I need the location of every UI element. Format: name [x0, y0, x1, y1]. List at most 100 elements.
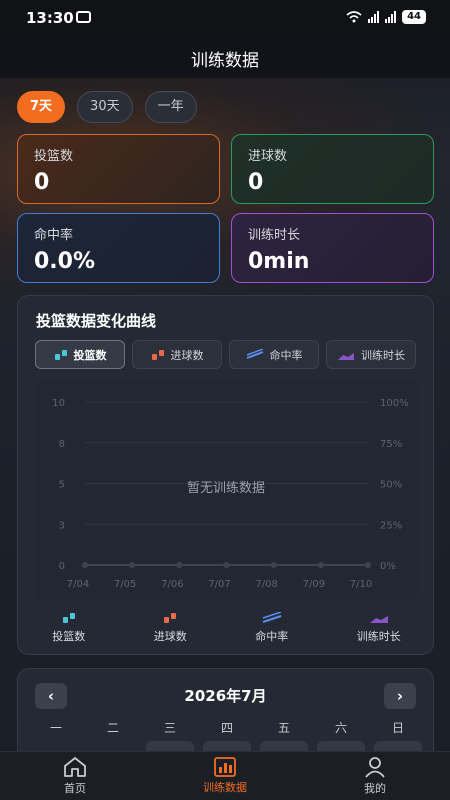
nav-home[interactable]: 首页 — [0, 752, 150, 800]
empty-state-text: 暂无训练数据 — [187, 481, 265, 496]
x-tick-label: 7/06 — [161, 579, 183, 590]
stat-label: 命中率 — [34, 228, 74, 243]
y-tick-label: 5 — [59, 480, 65, 491]
weekday-label: 三 — [163, 721, 176, 735]
x-tick-label: 7/08 — [255, 579, 277, 590]
chart-area: 0 0% 3 25% 5 50% 8 75% 10 100% 7/04 7/05 7/06 7/07 7/0… — [35, 378, 418, 600]
weekday-label: 六 — [334, 721, 347, 735]
stat-value: 0min — [248, 249, 310, 274]
chart-card: 投篮数据变化曲线 投篮数 进球数 命中率 训练时长 0 0% 3 25% 5 50% 8 75… — [17, 295, 434, 655]
tab-30-days[interactable]: 30天 — [77, 91, 133, 123]
y-tick-label: 8 — [59, 439, 65, 450]
stat-label: 投篮数 — [34, 149, 74, 164]
bar-icon — [62, 613, 75, 623]
stat-card-goals: 进球数 0 — [231, 134, 434, 204]
status-icons: 44 — [346, 10, 426, 24]
status-time: 13:30 — [26, 9, 74, 27]
area-icon — [369, 616, 388, 623]
bar-icon — [164, 613, 177, 623]
chart-tab-goals[interactable]: 进球数 — [132, 340, 222, 369]
weekday-label: 五 — [277, 721, 290, 735]
chart-title: 投篮数据变化曲线 — [36, 312, 157, 330]
data-point — [365, 562, 371, 568]
notification-icon — [76, 11, 91, 23]
data-point — [223, 562, 230, 568]
signal-icon — [368, 11, 380, 23]
nav-training-data[interactable]: 训练数据 — [150, 752, 300, 800]
bottom-nav: 首页 训练数据 我的 — [0, 751, 450, 800]
legend-item-shots: 投篮数 — [52, 612, 85, 644]
stat-value: 0.0% — [34, 249, 96, 274]
tab-one-year[interactable]: 一年 — [144, 91, 197, 123]
nav-label: 训练数据 — [203, 781, 247, 794]
legend-label: 命中率 — [255, 630, 289, 643]
legend-label: 投篮数 — [52, 630, 86, 643]
x-tick-label: 7/09 — [303, 579, 325, 590]
stat-card-rate: 命中率 0.0% — [17, 213, 220, 283]
y2-tick-label: 0% — [380, 561, 396, 572]
period-tabs: 7天 30天 一年 — [17, 91, 197, 123]
weekday-label: 一 — [49, 721, 62, 735]
legend-item-rate: 命中率 — [255, 612, 288, 644]
chart-tab-label: 进球数 — [170, 348, 204, 362]
y-tick-label: 0 — [59, 561, 65, 572]
chart-svg: 0 0% 3 25% 5 50% 8 75% 10 100% 7/04 7/05 7/06 7/07 7/0… — [52, 398, 409, 590]
wifi-icon — [346, 11, 362, 23]
y-tick-label: 3 — [59, 520, 65, 531]
tab-7-days[interactable]: 7天 — [17, 91, 66, 123]
bar-icon — [151, 349, 164, 360]
data-point — [270, 562, 277, 568]
legend-item-duration: 训练时长 — [357, 612, 401, 644]
weekday-label: 四 — [220, 721, 233, 735]
home-icon — [64, 757, 86, 777]
y2-tick-label: 100% — [380, 398, 409, 409]
chart-icon — [214, 757, 236, 777]
x-tick-label: 7/04 — [67, 579, 89, 590]
bar-icon — [54, 349, 67, 360]
chart-tabs: 投篮数 进球数 命中率 训练时长 — [35, 340, 416, 369]
line-icon — [246, 348, 263, 359]
chart-tab-duration[interactable]: 训练时长 — [326, 340, 416, 369]
chart-legend: 投篮数 进球数 命中率 训练时长 — [18, 612, 435, 644]
stat-label: 进球数 — [248, 149, 288, 164]
chart-tab-label: 命中率 — [269, 348, 303, 362]
stat-card-duration: 训练时长 0min — [231, 213, 434, 283]
data-point — [317, 562, 324, 568]
legend-label: 进球数 — [153, 630, 187, 643]
stat-value: 0 — [34, 170, 50, 195]
page-title: 训练数据 — [191, 51, 259, 71]
area-icon — [338, 352, 354, 360]
nav-label: 我的 — [364, 782, 386, 795]
data-point — [129, 562, 136, 568]
chart-tab-shots[interactable]: 投篮数 — [35, 340, 125, 369]
x-tick-label: 7/10 — [350, 579, 372, 590]
stat-label: 训练时长 — [248, 228, 301, 243]
x-tick-label: 7/05 — [114, 579, 136, 590]
y2-tick-label: 50% — [380, 480, 402, 491]
x-tick-label: 7/07 — [208, 579, 230, 590]
signal-icon-2 — [385, 11, 397, 23]
weekday-label: 二 — [106, 721, 119, 735]
chart-tab-label: 训练时长 — [361, 348, 405, 362]
legend-item-goals: 进球数 — [154, 612, 187, 644]
calendar-title: 2026年7月 — [184, 687, 267, 705]
data-point — [82, 562, 88, 568]
line-icon — [262, 612, 282, 623]
y-tick-label: 10 — [52, 398, 65, 409]
page-header: 训练数据 — [0, 36, 450, 78]
chart-tab-rate[interactable]: 命中率 — [229, 340, 319, 369]
user-icon — [365, 757, 385, 778]
legend-label: 训练时长 — [356, 630, 401, 643]
weekday-label: 日 — [391, 721, 404, 735]
battery-icon: 44 — [402, 10, 426, 24]
y2-tick-label: 25% — [380, 520, 402, 531]
stat-card-shots: 投篮数 0 — [17, 134, 220, 204]
data-point — [176, 562, 183, 568]
y2-tick-label: 75% — [380, 439, 402, 450]
chart-tab-label: 投篮数 — [73, 348, 107, 362]
next-month-button[interactable]: › — [384, 683, 416, 709]
nav-profile[interactable]: 我的 — [300, 752, 450, 800]
nav-label: 首页 — [64, 782, 86, 795]
weekday-row: 一 二 三 四 五 六 日 — [32, 719, 422, 736]
status-bar: 13:30 44 — [0, 0, 450, 36]
